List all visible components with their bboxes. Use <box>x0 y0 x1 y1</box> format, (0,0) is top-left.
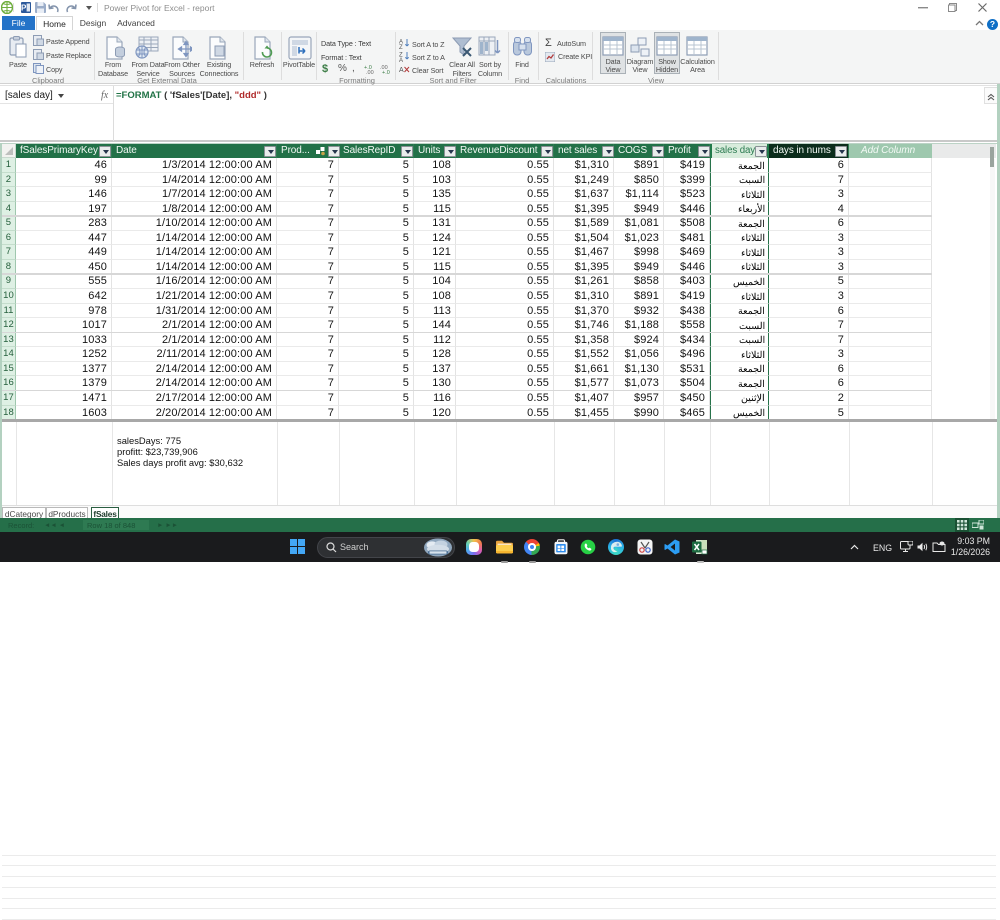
svg-text:Z: Z <box>399 45 403 49</box>
svg-text:P: P <box>21 4 27 13</box>
svg-text:.00: .00 <box>366 70 374 74</box>
svg-text:+.0: +.0 <box>382 70 390 74</box>
svg-text:A: A <box>399 67 404 74</box>
svg-text:A: A <box>399 58 403 62</box>
